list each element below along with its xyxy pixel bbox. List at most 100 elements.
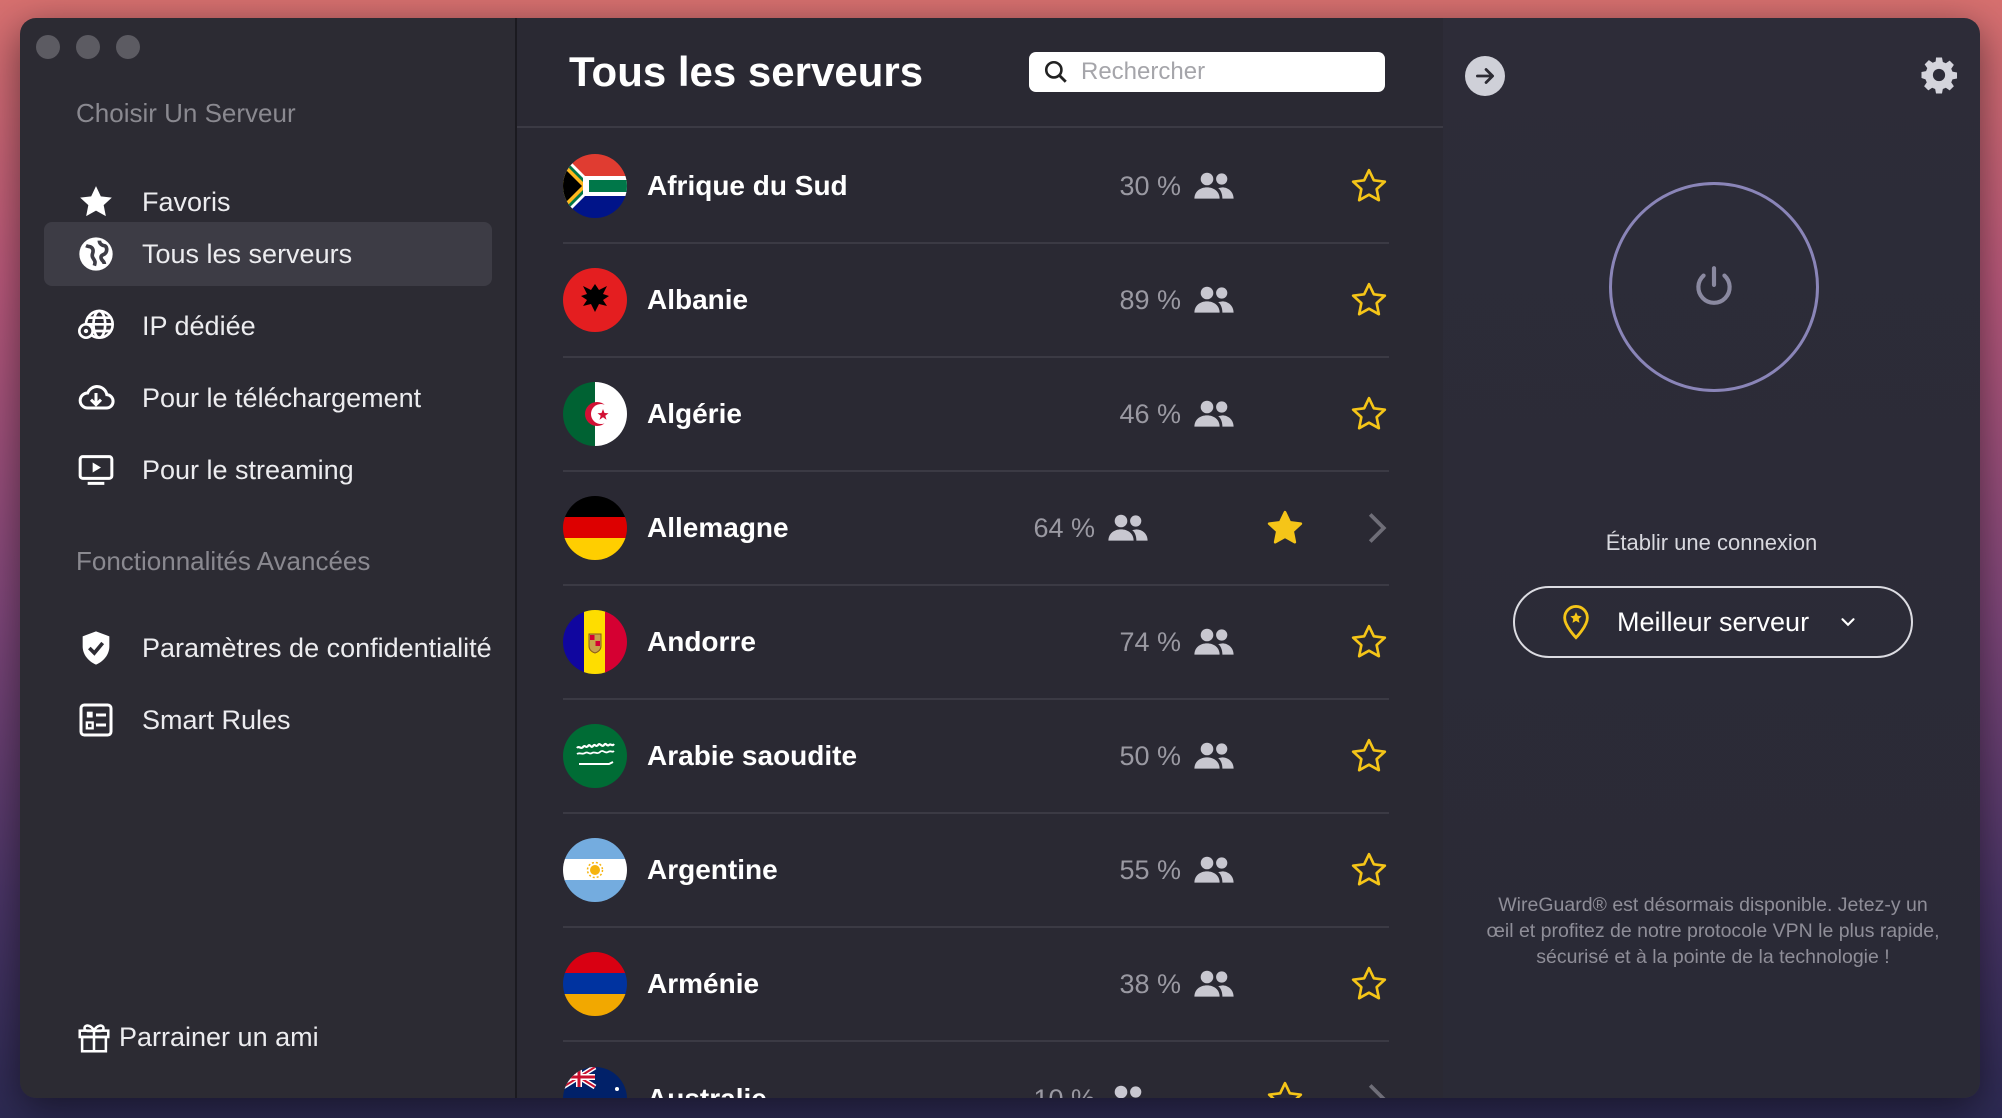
search-box[interactable] <box>1029 52 1385 92</box>
connection-status: Établir une connexion <box>1605 530 1818 555</box>
sidebar-item-label: Paramètres de confidentialité <box>142 632 492 663</box>
app-window: Choisir Un Serveur Favoris Tous les serv… <box>20 18 1980 1098</box>
favorite-star-icon[interactable] <box>1265 1079 1305 1098</box>
chevron-down-icon <box>1841 618 1855 627</box>
users-icon <box>1114 1085 1142 1098</box>
sidebar-item-download[interactable]: Pour le téléchargement <box>44 366 492 430</box>
search-icon <box>1044 60 1067 83</box>
chevron-right-icon[interactable] <box>1365 1082 1389 1098</box>
load-percent: 74 % <box>1119 626 1181 657</box>
flag-germany-icon <box>563 496 627 560</box>
gear-icon[interactable] <box>1918 54 1960 96</box>
best-server-dropdown[interactable]: Meilleur serveur <box>1513 586 1913 658</box>
sidebar-item-smart-rules[interactable]: Smart Rules <box>44 688 492 752</box>
globe-icon <box>74 232 118 276</box>
play-screen-icon <box>74 448 118 492</box>
load-percent: 55 % <box>1119 854 1181 885</box>
power-button[interactable] <box>1609 182 1819 392</box>
sidebar-item-streaming[interactable]: Pour le streaming <box>44 438 492 502</box>
search-input[interactable] <box>1081 58 1361 86</box>
favorite-star-icon[interactable] <box>1349 736 1389 776</box>
server-row-andorra[interactable]: Andorre 74 % <box>563 586 1389 700</box>
sidebar-item-label: Pour le streaming <box>142 454 354 485</box>
load-percent: 38 % <box>1119 968 1181 999</box>
sidebar-item-label: IP dédiée <box>142 310 256 341</box>
gift-icon <box>78 1024 110 1053</box>
server-list-panel: Tous les serveurs Afrique du Sud 30 % <box>517 18 1443 1098</box>
server-load: 30 % <box>1119 170 1235 202</box>
chevron-right-icon[interactable] <box>1365 511 1389 545</box>
server-row-albania[interactable]: Albanie 89 % <box>563 244 1389 358</box>
favorite-star-icon[interactable] <box>1349 280 1389 320</box>
close-window-button[interactable] <box>36 35 60 59</box>
minimize-window-button[interactable] <box>76 35 100 59</box>
server-load: 55 % <box>1119 854 1235 886</box>
star-icon <box>74 180 118 224</box>
favorite-star-filled-icon[interactable] <box>1265 508 1305 548</box>
flag-albania-icon <box>563 268 627 332</box>
best-server-label: Meilleur serveur <box>1617 606 1810 637</box>
users-icon <box>1194 628 1234 655</box>
list-header: Tous les serveurs <box>517 18 1443 128</box>
server-row-algeria[interactable]: Algérie 46 % <box>563 358 1389 472</box>
flag-australia-icon <box>563 1067 627 1098</box>
load-percent: 30 % <box>1119 170 1181 201</box>
country-name: Australie <box>647 1083 767 1098</box>
sidebar-item-label: Favoris <box>142 186 231 217</box>
load-percent: 46 % <box>1119 398 1181 429</box>
flag-andorra-icon <box>563 610 627 674</box>
users-icon <box>1194 970 1234 997</box>
favorite-star-icon[interactable] <box>1349 394 1389 434</box>
connection-panel: Établir une connexion Meilleur serveur W… <box>1443 18 1980 1098</box>
window-controls <box>36 35 140 59</box>
shield-check-icon <box>74 626 118 670</box>
flag-south-africa-icon <box>563 154 627 218</box>
country-name: Afrique du Sud <box>647 170 848 201</box>
arrow-right-button[interactable] <box>1465 56 1505 96</box>
sidebar-item-dedicated-ip[interactable]: IP dédiée <box>44 294 492 358</box>
sidebar-item-privacy-settings[interactable]: Paramètres de confidentialité <box>44 616 492 680</box>
wireguard-info: WireGuard® est désormais disponible. Jet… <box>1486 894 1940 968</box>
section-title-choose-server: Choisir Un Serveur <box>76 98 296 128</box>
server-load: 89 % <box>1119 284 1235 316</box>
zoom-window-button[interactable] <box>116 35 140 59</box>
section-title-advanced: Fonctionnalités Avancées <box>76 546 371 576</box>
load-percent: 89 % <box>1119 284 1181 315</box>
load-percent: 64 % <box>1033 512 1095 543</box>
country-name: Andorre <box>647 626 756 657</box>
rules-list-icon <box>74 698 118 742</box>
flag-armenia-icon <box>563 952 627 1016</box>
country-name: Arabie saoudite <box>647 740 858 771</box>
country-name: Arménie <box>647 968 760 999</box>
power-icon <box>1696 266 1732 305</box>
dedicated-ip-icon <box>74 304 118 348</box>
location-pin-icon <box>1563 604 1589 640</box>
load-percent: 10 % <box>1033 1084 1095 1099</box>
server-load: 64 % <box>1033 512 1149 544</box>
server-load: 38 % <box>1119 968 1235 1000</box>
flag-argentina-icon <box>563 838 627 902</box>
server-row-australia[interactable]: Australie 10 % <box>563 1042 1389 1098</box>
users-icon <box>1194 172 1234 199</box>
country-name: Algérie <box>647 398 742 429</box>
sidebar-item-all-servers[interactable]: Tous les serveurs <box>44 222 492 286</box>
server-row-argentina[interactable]: Argentine 55 % <box>563 814 1389 928</box>
flag-saudi-arabia-icon <box>563 724 627 788</box>
country-name: Albanie <box>647 284 749 315</box>
server-row-germany[interactable]: Allemagne 64 % <box>563 472 1389 586</box>
server-row-saudi-arabia[interactable]: Arabie saoudite 50 % <box>563 700 1389 814</box>
server-row-south-africa[interactable]: Afrique du Sud 30 % <box>563 130 1389 244</box>
favorite-star-icon[interactable] <box>1349 964 1389 1004</box>
refer-friend-link[interactable]: Parrainer un ami <box>75 1018 319 1056</box>
server-load: 10 % <box>1033 1083 1149 1098</box>
users-icon <box>1194 742 1234 769</box>
country-name: Argentine <box>647 854 778 885</box>
flag-algeria-icon <box>563 382 627 446</box>
users-icon <box>1194 400 1234 427</box>
favorite-star-icon[interactable] <box>1349 622 1389 662</box>
cloud-download-icon <box>74 376 118 420</box>
favorite-star-icon[interactable] <box>1349 850 1389 890</box>
users-icon <box>1194 286 1234 313</box>
favorite-star-icon[interactable] <box>1349 166 1389 206</box>
server-row-armenia[interactable]: Arménie 38 % <box>563 928 1389 1042</box>
